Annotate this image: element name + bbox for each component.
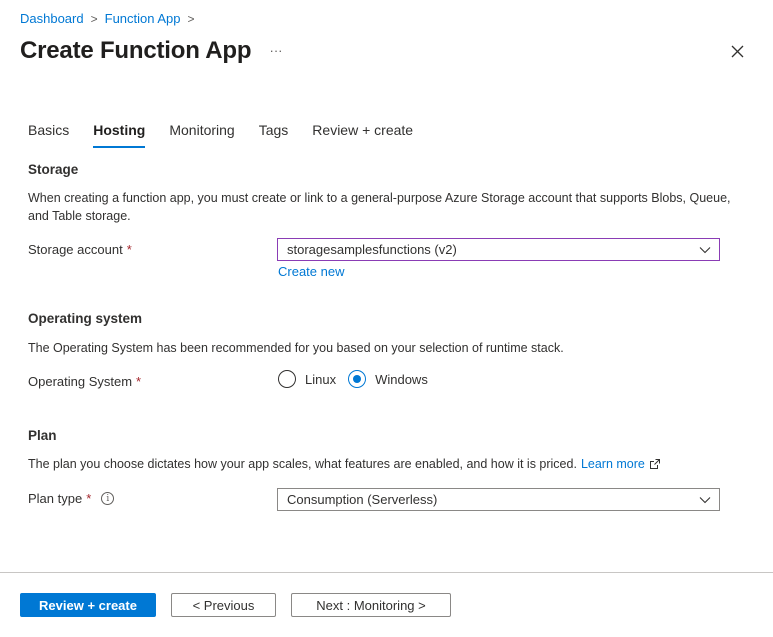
os-radio-linux[interactable]: Linux [278,370,336,388]
tab-review-create[interactable]: Review + create [312,122,413,148]
radio-checked-icon [348,370,367,388]
storage-account-label: Storage account * [28,242,132,257]
required-marker: * [126,242,132,257]
os-radio-windows-label: Windows [375,371,428,387]
info-icon[interactable]: i [101,492,115,505]
os-section-title: Operating system [28,311,143,326]
learn-more-link[interactable]: Learn more [581,455,645,473]
storage-account-dropdown[interactable]: storagesamplesfunctions (v2) [277,238,720,261]
required-marker: * [86,491,92,506]
os-radio-linux-label: Linux [305,371,337,387]
plan-section-title: Plan [28,428,57,443]
chevron-down-icon [699,247,711,254]
required-marker: * [136,374,142,389]
plan-description-row: The plan you choose dictates how your ap… [28,455,661,473]
storage-account-value: storagesamplesfunctions (v2) [287,242,457,257]
breadcrumb-function-app[interactable]: Function App [105,11,181,26]
tab-bar: Basics Hosting Monitoring Tags Review + … [28,122,437,148]
breadcrumb-separator: > [90,11,98,26]
page-title: Create Function App [20,37,252,64]
radio-unchecked-icon [278,370,296,388]
tab-monitoring[interactable]: Monitoring [169,122,234,148]
footer-divider [0,572,773,573]
more-options-button[interactable]: ··· [266,40,286,60]
plan-type-label-text: Plan type [28,491,83,506]
storage-account-label-text: Storage account [28,242,123,257]
plan-type-label: Plan type * i [28,491,115,506]
plan-type-value: Consumption (Serverless) [287,492,438,507]
os-radio-group: Linux Windows [278,370,440,388]
plan-type-dropdown[interactable]: Consumption (Serverless) [277,488,720,511]
chevron-down-icon [699,497,711,504]
tab-basics[interactable]: Basics [28,122,69,148]
storage-description: When creating a function app, you must c… [28,191,731,223]
os-radio-windows[interactable]: Windows [348,370,428,388]
storage-section-title: Storage [28,162,79,177]
review-create-button[interactable]: Review + create [20,593,156,617]
plan-description: The plan you choose dictates how your ap… [28,457,577,471]
breadcrumb-separator: > [187,11,195,26]
previous-button[interactable]: < Previous [171,593,276,617]
close-button[interactable] [728,42,748,62]
close-icon [731,45,744,58]
os-description: The Operating System has been recommende… [28,341,564,355]
os-label: Operating System * [28,374,141,389]
ellipsis-icon: ··· [269,42,283,58]
external-link-icon [649,459,660,469]
create-new-storage-link[interactable]: Create new [278,264,344,279]
tab-hosting[interactable]: Hosting [93,122,146,148]
os-label-text: Operating System [28,374,133,389]
breadcrumb-dashboard[interactable]: Dashboard [20,11,84,26]
tab-tags[interactable]: Tags [259,122,289,148]
next-monitoring-button[interactable]: Next : Monitoring > [291,593,451,617]
breadcrumb: Dashboard > Function App > [20,11,202,26]
